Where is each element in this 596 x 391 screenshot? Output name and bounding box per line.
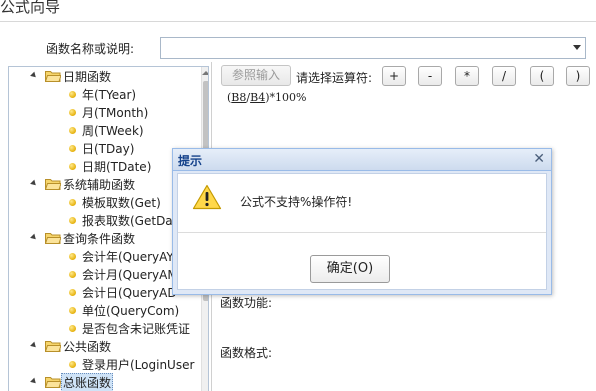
search-combobox[interactable] xyxy=(160,37,586,59)
tree-item-tdate[interactable]: 日期(TDate) xyxy=(9,157,199,175)
tree-item-querycom[interactable]: 单位(QueryCom) xyxy=(9,301,199,319)
divider xyxy=(178,232,546,233)
chevron-down-icon[interactable] xyxy=(573,45,581,50)
expand-arrow-icon[interactable] xyxy=(30,233,38,242)
tree-item-label: 会计月(QueryAM xyxy=(82,268,178,282)
scroll-up-arrow-icon[interactable] xyxy=(202,71,208,75)
tree-item-label: 是否包含未记账凭证 xyxy=(82,322,191,336)
dialog-message: 公式不支持%操作符! xyxy=(240,195,353,209)
tree-item-label: 日期(TDate) xyxy=(82,160,152,174)
tree-item-label: 单位(QueryCom) xyxy=(82,304,180,318)
expand-arrow-icon[interactable] xyxy=(30,341,38,350)
dialog-title: 提示 xyxy=(178,154,203,168)
formula-ref: B4 xyxy=(250,91,266,104)
tree-group-common-functions[interactable]: 公共函数 xyxy=(9,337,199,355)
tree-item-tweek[interactable]: 周(TWeek) xyxy=(9,121,199,139)
tree-group-query-conditions[interactable]: 查询条件函数 xyxy=(9,229,199,247)
function-dot-icon xyxy=(69,217,76,224)
formula-ref: B8 xyxy=(231,91,247,104)
tree-item-queryay[interactable]: 会计年(QueryAY xyxy=(9,247,199,265)
alert-dialog: 提示 ✕ 公式不支持%操作符! 确定(O) xyxy=(172,148,552,295)
tree-item-label: 报表取数(GetDat xyxy=(82,214,178,228)
function-dot-icon xyxy=(69,307,76,314)
tree-group-ledger-functions[interactable]: 总账函数 xyxy=(9,373,199,391)
function-dot-icon xyxy=(69,361,76,368)
tree-group-label: 系统辅助函数 xyxy=(63,178,136,192)
tree-group-label: 查询条件函数 xyxy=(63,232,136,246)
operator-label: 请选择运算符: xyxy=(296,71,373,85)
expand-arrow-icon[interactable] xyxy=(30,71,38,80)
tree-item-label: 会计年(QueryAY xyxy=(82,250,174,264)
tree-item-label: 模板取数(Get) xyxy=(82,196,161,210)
tree-item-label: 日(TDay) xyxy=(82,142,135,156)
expand-arrow-icon[interactable] xyxy=(30,179,38,188)
tree-item-queryam[interactable]: 会计月(QueryAM xyxy=(9,265,199,283)
folder-open-icon xyxy=(45,71,61,82)
operator-close-paren-button[interactable]: ) xyxy=(566,66,590,86)
function-format-label: 函数格式: xyxy=(220,346,273,360)
tree-item-tday[interactable]: 日(TDay) xyxy=(9,139,199,157)
operator-plus-button[interactable]: + xyxy=(382,66,406,86)
tree-group-label: 总账函数 xyxy=(61,373,114,391)
tree-item-tyear[interactable]: 年(TYear) xyxy=(9,85,199,103)
function-dot-icon xyxy=(69,271,76,278)
reference-input-button[interactable]: 参照输入 xyxy=(221,65,291,86)
dialog-body: 公式不支持%操作符! 确定(O) xyxy=(177,173,547,290)
tree-item-label: 月(TMonth) xyxy=(82,106,149,120)
formula-text: (B8/B4)*100% xyxy=(227,91,307,104)
tree-group-label: 日期函数 xyxy=(63,70,112,84)
tree-item-get[interactable]: 模板取数(Get) xyxy=(9,193,199,211)
function-dot-icon xyxy=(69,163,76,170)
window-title: 公式向导 xyxy=(0,0,61,16)
function-description-label: 函数功能: xyxy=(220,296,273,310)
tree-item-loginuser[interactable]: 登录用户(LoginUser xyxy=(9,355,199,373)
folder-open-icon xyxy=(45,377,61,388)
tree-group-label: 公共函数 xyxy=(63,340,112,354)
tree-item-include-unposted[interactable]: 是否包含未记账凭证 xyxy=(9,319,199,337)
search-label: 函数名称或说明: xyxy=(46,42,135,56)
function-dot-icon xyxy=(69,325,76,332)
function-dot-icon xyxy=(69,127,76,134)
tree-group-system-helpers[interactable]: 系统辅助函数 xyxy=(9,175,199,193)
operator-divide-button[interactable]: / xyxy=(492,66,516,86)
operator-minus-button[interactable]: - xyxy=(418,66,442,86)
search-input[interactable] xyxy=(161,38,561,58)
tree-item-queryad[interactable]: 会计日(QueryAD xyxy=(9,283,199,301)
folder-open-icon xyxy=(45,233,61,244)
formula-textarea[interactable]: (B8/B4)*100% xyxy=(227,90,596,150)
tree-item-tmonth[interactable]: 月(TMonth) xyxy=(9,103,199,121)
tree-item-getdata[interactable]: 报表取数(GetDat xyxy=(9,211,199,229)
ok-button[interactable]: 确定(O) xyxy=(310,255,390,283)
tree-item-label: 会计日(QueryAD xyxy=(82,286,177,300)
function-dot-icon xyxy=(69,91,76,98)
function-dot-icon xyxy=(69,253,76,260)
function-dot-icon xyxy=(69,289,76,296)
tree-item-label: 年(TYear) xyxy=(82,88,137,102)
tree-item-label: 登录用户(LoginUser xyxy=(82,358,195,372)
function-dot-icon xyxy=(69,145,76,152)
operator-multiply-button[interactable]: * xyxy=(455,66,479,86)
operator-toolbar: 参照输入 请选择运算符: + - * / ( ) xyxy=(212,62,596,90)
folder-open-icon xyxy=(45,179,61,190)
dialog-header[interactable]: 提示 ✕ xyxy=(173,149,551,171)
warning-icon xyxy=(192,184,222,210)
function-dot-icon xyxy=(69,109,76,116)
function-dot-icon xyxy=(69,199,76,206)
close-icon[interactable]: ✕ xyxy=(533,150,545,168)
tree-group-date-functions[interactable]: 日期函数 xyxy=(9,67,199,85)
operator-open-paren-button[interactable]: ( xyxy=(530,66,554,86)
folder-open-icon xyxy=(45,341,61,352)
tree-item-label: 周(TWeek) xyxy=(82,124,144,138)
window-title-bar: 公式向导 xyxy=(0,0,596,22)
expand-arrow-icon[interactable] xyxy=(30,377,38,386)
